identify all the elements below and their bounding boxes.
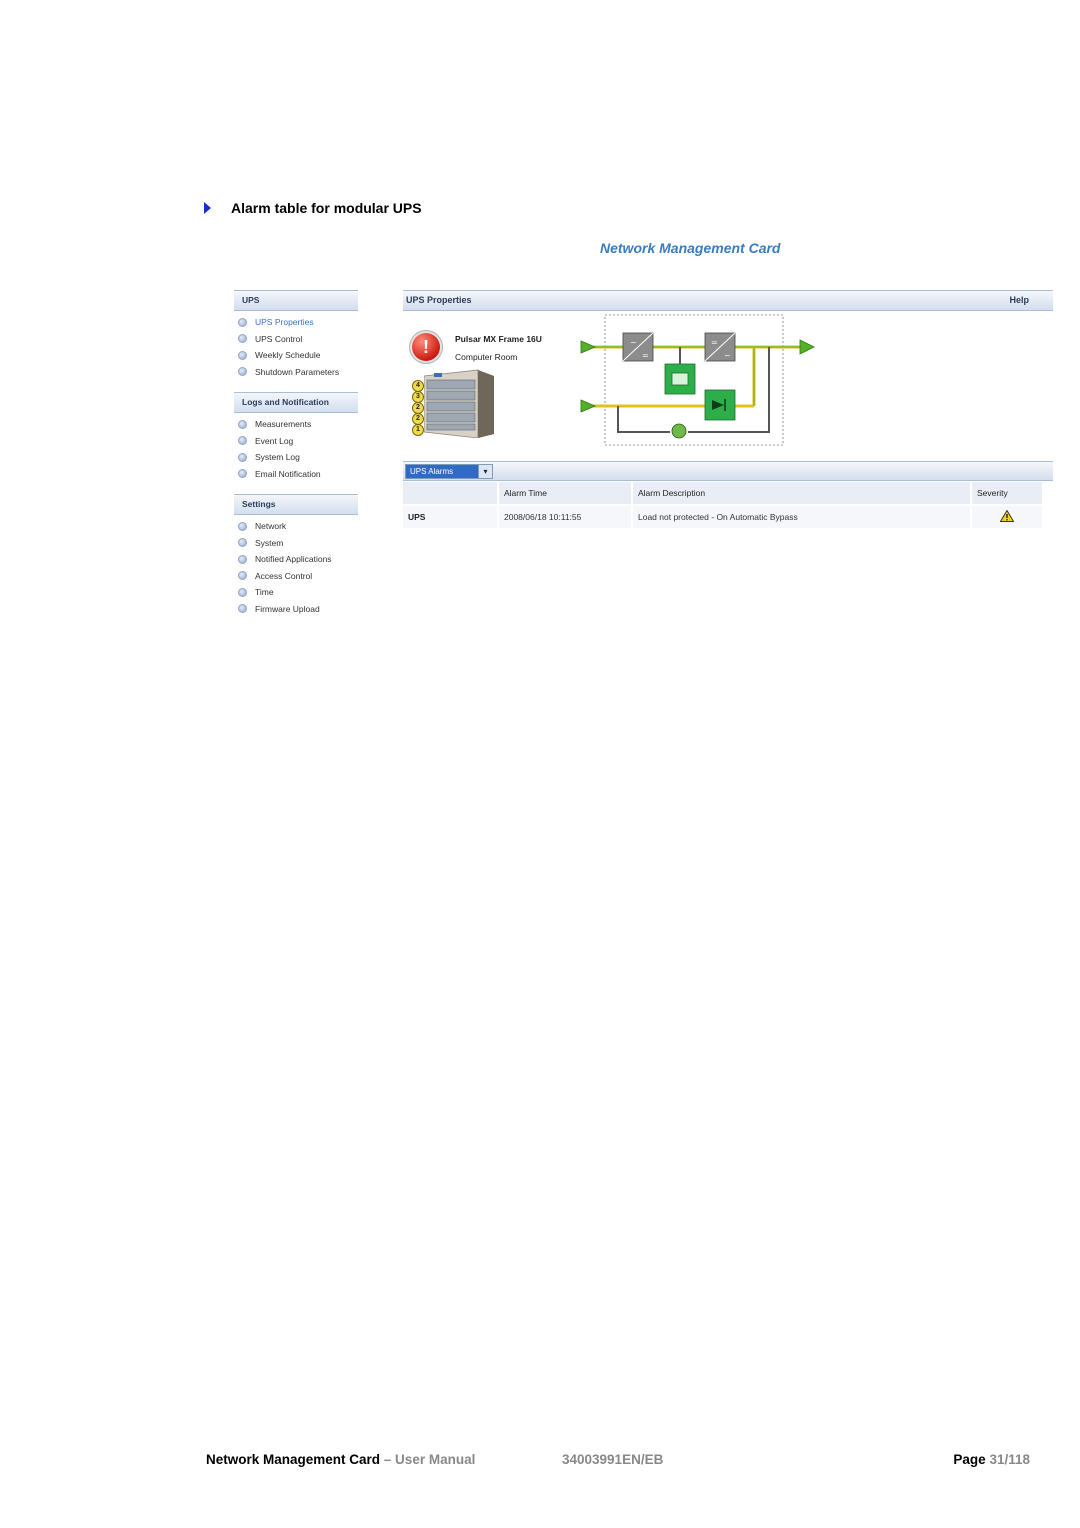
- table-header-row: Alarm Time Alarm Description Severity: [403, 482, 1044, 505]
- alarm-view-selected: UPS Alarms: [406, 465, 478, 478]
- ups-synoptic-diagram: ~ = = ~: [580, 314, 815, 446]
- module-number-badge: 1: [412, 424, 424, 436]
- sidebar-group-title: UPS: [234, 290, 358, 311]
- chevron-down-icon[interactable]: ▾: [478, 465, 492, 478]
- sidebar-item-event-log[interactable]: Event Log: [234, 433, 358, 450]
- alarm-view-select[interactable]: UPS Alarms ▾: [405, 464, 493, 479]
- sidebar-item-system[interactable]: System: [234, 535, 358, 552]
- sidebar-item-label: Notified Applications: [255, 554, 332, 565]
- bullet-dot-icon: [238, 334, 247, 344]
- bullet-dot-icon: [238, 367, 247, 377]
- alarm-table: Alarm Time Alarm Description Severity UP…: [403, 482, 1044, 528]
- svg-text:~: ~: [630, 338, 637, 347]
- bullet-dot-icon: [238, 538, 247, 548]
- sidebar-item-email-notification[interactable]: Email Notification: [234, 466, 358, 483]
- sidebar-item-label: Shutdown Parameters: [255, 366, 340, 377]
- sidebar-item-shutdown-parameters[interactable]: Shutdown Parameters: [234, 364, 358, 381]
- sidebar-item-weekly-schedule[interactable]: Weekly Schedule: [234, 347, 358, 364]
- sidebar-item-label: Firmware Upload: [255, 603, 320, 614]
- sidebar-group-logs: Logs and Notification Measurements Event…: [234, 392, 358, 494]
- alarm-description: Load not protected - On Automatic Bypass: [632, 504, 972, 528]
- bullet-dot-icon: [238, 571, 247, 581]
- panel-title: UPS Properties: [406, 295, 472, 305]
- sidebar-item-label: System: [255, 537, 284, 548]
- svg-text:~: ~: [724, 351, 731, 360]
- footer-doc-type: – User Manual: [380, 1452, 476, 1467]
- bypass-input-arrow-icon: [580, 399, 597, 413]
- sidebar-group-settings: Settings Network System Notified Applica…: [234, 494, 358, 629]
- sidebar-item-label: Event Log: [255, 435, 294, 446]
- bypass-breaker-icon: [671, 423, 687, 439]
- ups-name: Pulsar MX Frame 16U: [455, 334, 542, 344]
- sidebar-item-label: System Log: [255, 452, 300, 463]
- sidebar-item-label: Time: [255, 587, 274, 598]
- column-header-alarm-description: Alarm Description: [632, 482, 972, 505]
- alarm-severity: [971, 504, 1044, 528]
- sidebar-item-label: Access Control: [255, 570, 313, 581]
- sidebar-item-time[interactable]: Time: [234, 584, 358, 601]
- sidebar-item-label: Network: [255, 521, 287, 532]
- output-arrow-icon: [799, 339, 815, 355]
- sidebar-item-notified-applications[interactable]: Notified Applications: [234, 551, 358, 568]
- bullet-dot-icon: [238, 604, 247, 614]
- sidebar-item-firmware-upload[interactable]: Firmware Upload: [234, 601, 358, 618]
- bullet-dot-icon: [238, 587, 247, 597]
- alarm-time: 2008/06/18 10:11:55: [498, 504, 633, 528]
- sidebar-group-ups: UPS UPS Properties UPS Control Weekly Sc…: [234, 290, 358, 392]
- footer-doc-id: 34003991EN/EB: [562, 1452, 664, 1467]
- help-link[interactable]: Help: [1009, 291, 1029, 310]
- alarm-view-bar: UPS Alarms ▾: [403, 461, 1053, 481]
- warning-triangle-icon: [999, 509, 1014, 522]
- table-row[interactable]: UPS 2008/06/18 10:11:55 Load not protect…: [403, 504, 1044, 528]
- bullet-icon: [204, 202, 211, 214]
- sidebar-item-label: UPS Properties: [255, 317, 314, 328]
- sidebar-item-label: Email Notification: [255, 468, 321, 479]
- sidebar-item-system-log[interactable]: System Log: [234, 449, 358, 466]
- sidebar-group-title: Logs and Notification: [234, 392, 358, 413]
- column-header-severity: Severity: [971, 482, 1044, 505]
- footer-page-label: Page: [953, 1452, 990, 1467]
- alarm-source: UPS: [403, 504, 499, 528]
- sidebar-item-network[interactable]: Network: [234, 518, 358, 535]
- footer-title: Network Management Card – User Manual: [206, 1452, 475, 1467]
- sidebar-item-label: UPS Control: [255, 333, 303, 344]
- sidebar-item-measurements[interactable]: Measurements: [234, 416, 358, 433]
- section-heading-text: Alarm table for modular UPS: [231, 200, 422, 216]
- footer-product: Network Management Card: [206, 1452, 381, 1467]
- svg-text:=: =: [642, 351, 649, 360]
- bullet-dot-icon: [238, 521, 247, 531]
- footer-page: Page 31/118: [953, 1452, 1030, 1467]
- ups-cabinet-image: [424, 369, 494, 438]
- sidebar-item-ups-control[interactable]: UPS Control: [234, 331, 358, 348]
- column-header-alarm-time: Alarm Time: [498, 482, 633, 505]
- input-arrow-icon: [580, 340, 597, 354]
- bullet-dot-icon: [238, 554, 247, 564]
- bullet-dot-icon: [238, 436, 247, 446]
- svg-text:=: =: [711, 338, 718, 347]
- alarm-status-icon: !: [412, 333, 440, 361]
- ups-location: Computer Room: [455, 352, 518, 362]
- sidebar-group-title: Settings: [234, 494, 358, 515]
- section-heading: Alarm table for modular UPS: [204, 200, 422, 216]
- sidebar-item-label: Measurements: [255, 419, 312, 430]
- sidebar: UPS UPS Properties UPS Control Weekly Sc…: [234, 290, 358, 629]
- sidebar-item-ups-properties[interactable]: UPS Properties: [234, 314, 358, 331]
- bullet-dot-icon: [238, 317, 247, 327]
- app-title: Network Management Card: [600, 240, 781, 256]
- bullet-dot-icon: [238, 469, 247, 479]
- ups-properties-header: UPS Properties Help: [403, 290, 1053, 311]
- bullet-dot-icon: [238, 452, 247, 462]
- bullet-dot-icon: [238, 350, 247, 360]
- sidebar-item-label: Weekly Schedule: [255, 350, 321, 361]
- column-header-source: [403, 482, 499, 505]
- bullet-dot-icon: [238, 419, 247, 429]
- footer-page-number: 31/118: [989, 1452, 1030, 1467]
- sidebar-item-access-control[interactable]: Access Control: [234, 568, 358, 585]
